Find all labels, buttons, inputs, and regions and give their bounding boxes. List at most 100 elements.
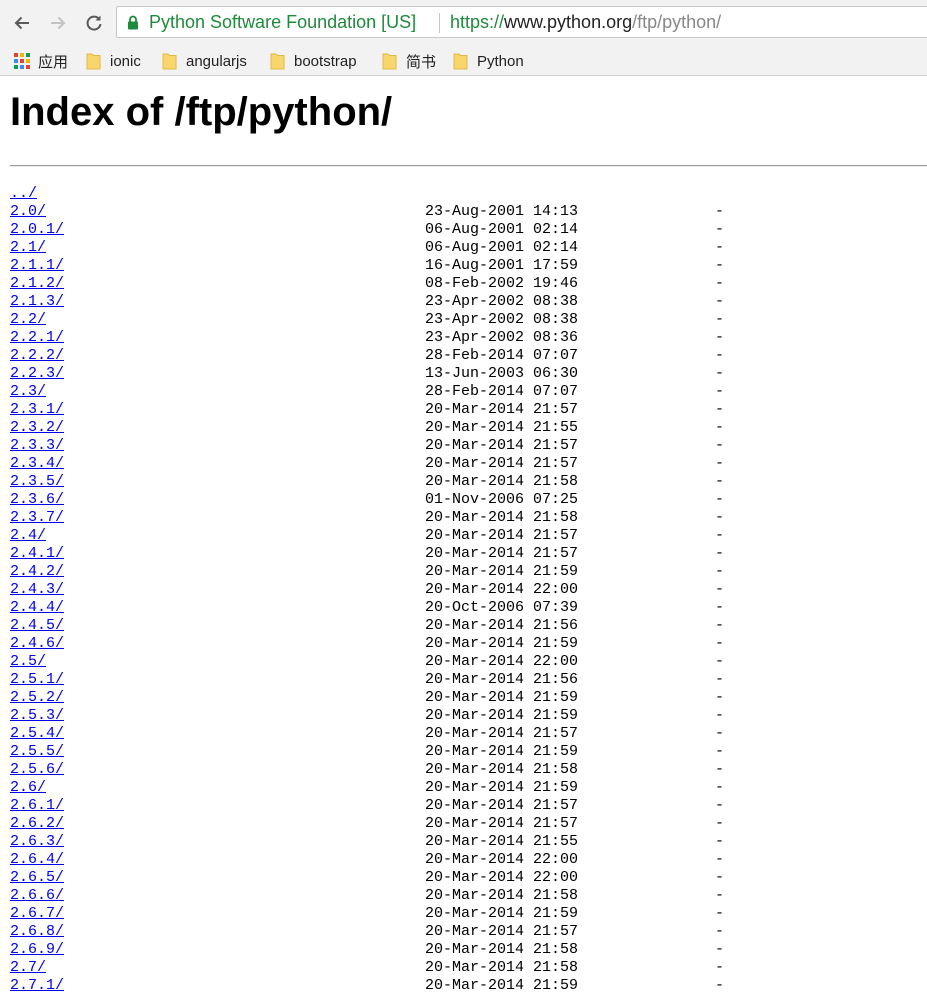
modified-date: 20-Mar-2014 22:00 xyxy=(425,869,579,886)
directory-link[interactable]: 2.2.3/ xyxy=(10,365,64,383)
directory-link[interactable]: 2.3.3/ xyxy=(10,437,64,455)
url-path: /ftp/python/ xyxy=(632,12,722,32)
directory-link[interactable]: 2.3.5/ xyxy=(10,473,64,491)
directory-link[interactable]: 2.2.1/ xyxy=(10,329,64,347)
directory-link[interactable]: 2.5.6/ xyxy=(10,761,64,779)
directory-link[interactable]: 2.4.6/ xyxy=(10,635,64,653)
directory-link[interactable]: 2.3.1/ xyxy=(10,401,64,419)
directory-link[interactable]: 2.2.2/ xyxy=(10,347,64,365)
directory-link[interactable]: 2.1.1/ xyxy=(10,257,64,275)
directory-link[interactable]: 2.3.2/ xyxy=(10,419,64,437)
bookmark-jianshu[interactable]: 简书 xyxy=(382,50,436,72)
modified-date: 06-Aug-2001 02:14 xyxy=(425,221,579,238)
modified-date: 20-Mar-2014 21:58 xyxy=(425,941,579,958)
directory-link[interactable]: 2.2/ xyxy=(10,311,46,329)
page-title: Index of /ftp/python/ xyxy=(10,90,393,134)
directory-link[interactable]: 2.4.1/ xyxy=(10,545,64,563)
directory-link[interactable]: 2.6.3/ xyxy=(10,833,64,851)
modified-date: 20-Mar-2014 21:57 xyxy=(425,401,579,418)
directory-link[interactable]: 2.1.3/ xyxy=(10,293,64,311)
directory-link[interactable]: 2.3/ xyxy=(10,383,46,401)
file-size: - xyxy=(715,671,725,688)
file-size: - xyxy=(715,473,725,490)
directory-link[interactable]: 2.4.2/ xyxy=(10,563,64,581)
modified-date: 23-Aug-2001 14:13 xyxy=(425,203,579,220)
directory-link[interactable]: 2.5.2/ xyxy=(10,689,64,707)
bookmark-apps[interactable]: 应用 xyxy=(14,50,68,72)
modified-date: 23-Apr-2002 08:38 xyxy=(425,293,579,310)
file-size: - xyxy=(715,887,725,904)
directory-link[interactable]: 2.4/ xyxy=(10,527,46,545)
bookmark-ionic[interactable]: ionic xyxy=(86,50,141,72)
modified-date: 20-Oct-2006 07:39 xyxy=(425,599,579,616)
directory-link[interactable]: 2.5.4/ xyxy=(10,725,64,743)
site-identity-label[interactable]: Python Software Foundation [US] xyxy=(149,12,416,33)
modified-date: 28-Feb-2014 07:07 xyxy=(425,383,579,400)
file-size: - xyxy=(715,437,725,454)
directory-link[interactable]: 2.6.8/ xyxy=(10,923,64,941)
directory-link[interactable]: 2.6.5/ xyxy=(10,869,64,887)
directory-link[interactable]: 2.6.7/ xyxy=(10,905,64,923)
directory-link[interactable]: 2.5.3/ xyxy=(10,707,64,725)
file-size: - xyxy=(715,419,725,436)
modified-date: 20-Mar-2014 21:55 xyxy=(425,833,579,850)
modified-date: 20-Mar-2014 21:59 xyxy=(425,563,579,580)
bookmark-python[interactable]: Python xyxy=(453,50,524,72)
reload-icon xyxy=(86,15,102,31)
url-host: www.python.org xyxy=(504,12,633,32)
back-button[interactable] xyxy=(10,11,34,35)
lock-icon xyxy=(128,15,138,30)
directory-link[interactable]: 2.1.2/ xyxy=(10,275,64,293)
file-size: - xyxy=(715,383,725,400)
bookmark-bootstrap[interactable]: bootstrap xyxy=(270,50,357,72)
modified-date: 20-Mar-2014 21:59 xyxy=(425,689,579,706)
url-text[interactable]: https://www.python.org/ftp/python/ xyxy=(450,12,721,33)
file-size: - xyxy=(715,923,725,940)
directory-link[interactable]: 2.0/ xyxy=(10,203,46,221)
modified-date: 20-Mar-2014 21:57 xyxy=(425,815,579,832)
file-size: - xyxy=(715,941,725,958)
file-size: - xyxy=(715,581,725,598)
parent-dir-link[interactable]: ../ xyxy=(10,185,37,203)
directory-link[interactable]: 2.6.1/ xyxy=(10,797,64,815)
modified-date: 20-Mar-2014 22:00 xyxy=(425,581,579,598)
reload-button[interactable] xyxy=(82,11,106,35)
bookmark-angularjs[interactable]: angularjs xyxy=(162,50,247,72)
modified-date: 08-Feb-2002 19:46 xyxy=(425,275,579,292)
directory-link[interactable]: 2.6/ xyxy=(10,779,46,797)
directory-link[interactable]: 2.0.1/ xyxy=(10,221,64,239)
file-size: - xyxy=(715,653,725,670)
directory-link[interactable]: 2.5/ xyxy=(10,653,46,671)
directory-link[interactable]: 2.5.5/ xyxy=(10,743,64,761)
directory-link[interactable]: 2.7.1/ xyxy=(10,977,64,995)
forward-button[interactable] xyxy=(46,11,70,35)
modified-date: 20-Mar-2014 21:58 xyxy=(425,473,579,490)
modified-date: 20-Mar-2014 21:57 xyxy=(425,923,579,940)
directory-link[interactable]: 2.6.4/ xyxy=(10,851,64,869)
directory-link[interactable]: 2.1/ xyxy=(10,239,46,257)
folder-icon xyxy=(270,53,285,70)
file-size: - xyxy=(715,545,725,562)
modified-date: 20-Mar-2014 21:59 xyxy=(425,743,579,760)
bookmark-label: bootstrap xyxy=(294,52,357,70)
modified-date: 20-Mar-2014 21:57 xyxy=(425,455,579,472)
arrow-left-icon xyxy=(14,16,29,30)
directory-link[interactable]: 2.5.1/ xyxy=(10,671,64,689)
modified-date: 20-Mar-2014 21:59 xyxy=(425,977,579,994)
directory-link[interactable]: 2.4.4/ xyxy=(10,599,64,617)
bookmark-label: angularjs xyxy=(186,52,247,70)
directory-link[interactable]: 2.4.3/ xyxy=(10,581,64,599)
file-size: - xyxy=(715,635,725,652)
file-size: - xyxy=(715,329,725,346)
directory-link[interactable]: 2.6.9/ xyxy=(10,941,64,959)
directory-link[interactable]: 2.3.7/ xyxy=(10,509,64,527)
directory-link[interactable]: 2.4.5/ xyxy=(10,617,64,635)
directory-link[interactable]: 2.3.4/ xyxy=(10,455,64,473)
file-size: - xyxy=(715,527,725,544)
file-size: - xyxy=(715,905,725,922)
address-bar[interactable]: Python Software Foundation [US] https://… xyxy=(116,6,927,38)
directory-link[interactable]: 2.3.6/ xyxy=(10,491,64,509)
directory-link[interactable]: 2.6.6/ xyxy=(10,887,64,905)
directory-link[interactable]: 2.7/ xyxy=(10,959,46,977)
directory-link[interactable]: 2.6.2/ xyxy=(10,815,64,833)
